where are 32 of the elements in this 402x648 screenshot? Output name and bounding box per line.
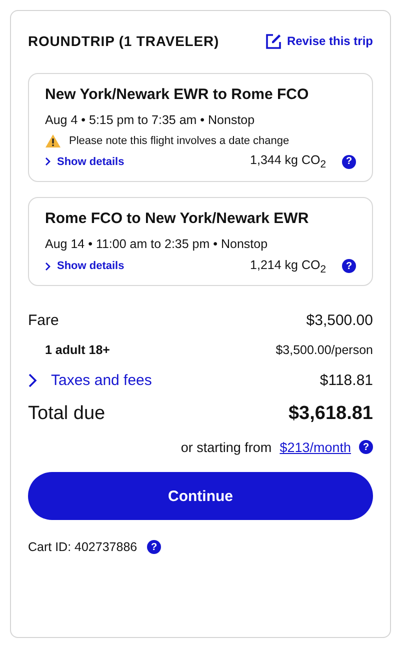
fare-value: $3,500.00: [306, 312, 373, 328]
chevron-icon: [45, 262, 51, 271]
show-details-link[interactable]: Show details: [45, 156, 124, 168]
help-icon[interactable]: ?: [342, 259, 356, 274]
flight-schedule: Aug 14 • 11:00 am to 2:35 pm • Nonstop: [45, 236, 269, 250]
taxes-value: $118.81: [320, 372, 373, 388]
emissions-text: 1,344 kg CO$_{2}$: [250, 153, 326, 170]
traveler-label: 1 adult 18+: [45, 343, 110, 357]
flight-route: New York/Newark EWR to Rome FCO: [45, 86, 310, 103]
help-icon[interactable]: ?: [147, 540, 162, 554]
taxes-toggle[interactable]: Taxes and fees: [28, 372, 152, 388]
total-value: $3,618.81: [288, 403, 373, 425]
edit-icon: [264, 32, 282, 50]
chevron-icon: [28, 372, 37, 388]
show-details-link[interactable]: Show details: [45, 260, 124, 272]
revise-link[interactable]: Revise this trip: [264, 32, 373, 50]
continue-button[interactable]: Continue: [28, 472, 373, 520]
emissions-text: 1,214 kg CO$_{2}$: [250, 258, 326, 275]
warning-icon: [45, 134, 61, 148]
traveler-value: $3,500.00/person: [276, 343, 373, 357]
fare-label: Fare: [28, 312, 59, 328]
date-change-notice: Please note this flight involves a date change: [69, 135, 290, 147]
trip-title: ROUNDTRIP (1 TRAVELER): [28, 33, 220, 49]
cart-id: Cart ID: 402737886: [28, 540, 138, 554]
installment-link[interactable]: $213/month: [280, 440, 351, 454]
chevron-icon: [45, 157, 51, 166]
flight-route: Rome FCO to New York/Newark EWR: [45, 210, 310, 226]
help-icon[interactable]: ?: [342, 154, 356, 169]
total-label: Total due: [28, 403, 106, 425]
help-icon[interactable]: ?: [359, 440, 373, 454]
installment-text: or starting from: [180, 440, 272, 454]
flight-schedule: Aug 4 • 5:15 pm to 7:35 am • Nonstop: [45, 113, 256, 127]
